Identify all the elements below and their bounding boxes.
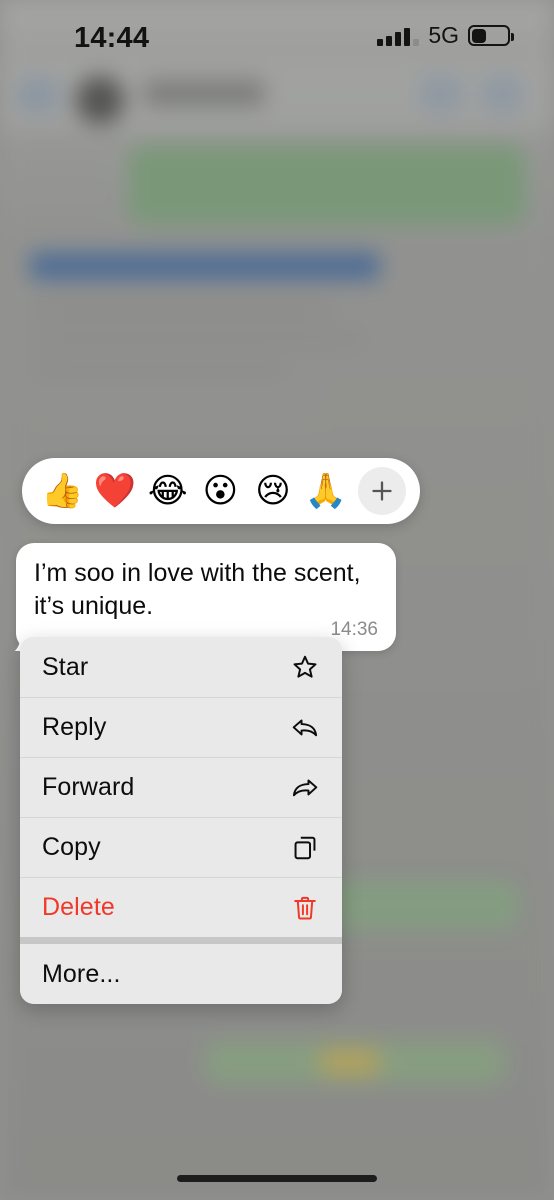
add-reaction-button[interactable] bbox=[358, 467, 407, 515]
menu-item-more[interactable]: More... bbox=[20, 944, 342, 1004]
copy-icon bbox=[290, 833, 320, 863]
open-mouth-emoji[interactable]: 😮 bbox=[194, 474, 247, 508]
selected-message-bubble[interactable]: I’m soo in love with the scent, it’s uni… bbox=[16, 543, 396, 651]
menu-item-label: Forward bbox=[42, 773, 135, 801]
menu-item-label: Delete bbox=[42, 893, 115, 921]
background-text-block bbox=[44, 395, 304, 421]
status-bar-indicators: 5G bbox=[377, 22, 514, 48]
contact-name-blur bbox=[144, 80, 264, 106]
no-icon bbox=[290, 959, 320, 989]
video-call-icon bbox=[420, 76, 462, 112]
background-emoji-blur bbox=[320, 1048, 380, 1076]
trash-icon bbox=[290, 893, 320, 923]
emoji-reaction-bar[interactable]: 👍 ❤️ 😂 😮 😢 🙏 bbox=[22, 458, 420, 524]
red-heart-emoji[interactable]: ❤️ bbox=[89, 474, 142, 508]
menu-item-copy[interactable]: Copy bbox=[20, 817, 342, 877]
status-bar: 14:44 5G bbox=[0, 0, 554, 62]
menu-item-label: Reply bbox=[42, 713, 107, 741]
menu-item-label: More... bbox=[42, 959, 121, 988]
menu-item-star[interactable]: Star bbox=[20, 637, 342, 697]
back-arrow-icon bbox=[18, 78, 58, 112]
contact-avatar bbox=[76, 76, 124, 124]
battery-low-icon bbox=[468, 25, 514, 46]
background-link-highlight bbox=[30, 252, 380, 280]
menu-item-reply[interactable]: Reply bbox=[20, 697, 342, 757]
background-text-line bbox=[34, 330, 364, 348]
background-outgoing-bubble bbox=[128, 145, 526, 225]
message-context-menu[interactable]: Star Reply Forward Copy Delete More... bbox=[20, 637, 342, 1004]
background-text-line bbox=[34, 360, 284, 378]
tears-of-joy-emoji[interactable]: 😂 bbox=[141, 474, 194, 508]
menu-item-label: Star bbox=[42, 652, 89, 681]
phone-screen: 14:44 5G 👍 ❤️ 😂 😮 😢 🙏 I’m soo in love wi… bbox=[0, 0, 554, 1200]
menu-item-label: Copy bbox=[42, 833, 101, 861]
cellular-signal-icon bbox=[377, 26, 420, 46]
crying-face-emoji[interactable]: 😢 bbox=[247, 474, 300, 508]
home-indicator-bar bbox=[177, 1175, 377, 1182]
plus-icon bbox=[372, 481, 392, 501]
background-text-line bbox=[34, 300, 334, 318]
forward-arrow-icon bbox=[290, 773, 320, 803]
menu-section-divider bbox=[20, 937, 342, 944]
voice-call-icon bbox=[482, 76, 522, 112]
folded-hands-emoji[interactable]: 🙏 bbox=[299, 474, 352, 508]
star-outline-icon bbox=[290, 652, 320, 682]
menu-item-forward[interactable]: Forward bbox=[20, 757, 342, 817]
message-text: I’m soo in love with the scent, it’s uni… bbox=[34, 559, 361, 620]
status-bar-clock: 14:44 bbox=[74, 22, 150, 54]
menu-item-delete[interactable]: Delete bbox=[20, 877, 342, 937]
network-type-label: 5G bbox=[428, 22, 459, 48]
thumbs-up-emoji[interactable]: 👍 bbox=[36, 474, 89, 508]
reply-arrow-icon bbox=[290, 713, 320, 743]
